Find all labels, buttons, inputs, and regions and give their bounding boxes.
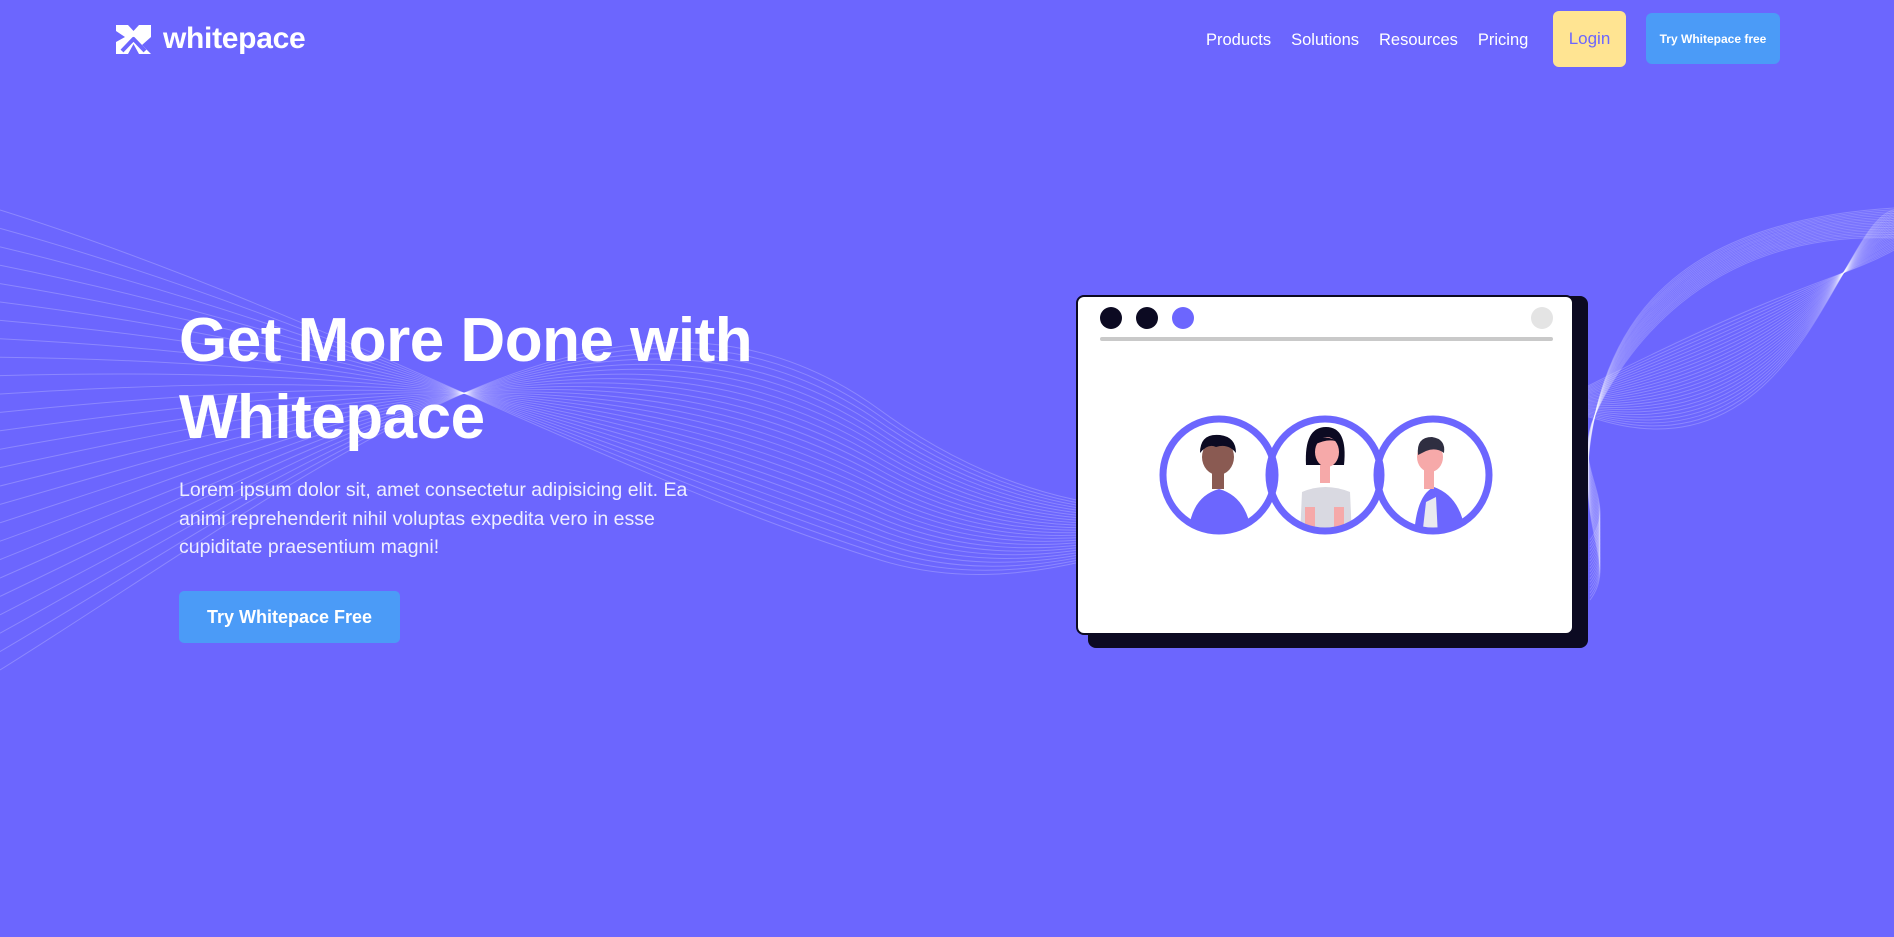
avatar-person-icon (1265, 415, 1385, 535)
nav-link-pricing[interactable]: Pricing (1478, 28, 1528, 52)
browser-window-illustration (1076, 295, 1574, 635)
wave-line (1587, 228, 1894, 558)
try-free-nav-button[interactable]: Try Whitepace free (1646, 13, 1780, 64)
wave-line (1587, 237, 1894, 541)
nav-link-products[interactable]: Products (1206, 28, 1271, 52)
wave-line (1587, 207, 1894, 601)
wave-line (1587, 218, 1894, 580)
wave-line (1587, 223, 1894, 569)
wave-line (1587, 209, 1894, 597)
wave-line (1587, 214, 1894, 587)
address-bar (1100, 337, 1553, 341)
window-dot-icon (1531, 307, 1553, 329)
wave-line (1587, 233, 1894, 548)
wave-line (1587, 216, 1894, 583)
nav-links: Products Solutions Resources Pricing (1206, 28, 1548, 52)
window-dot-icon (1172, 307, 1194, 329)
wave-line (1587, 230, 1894, 555)
top-navigation: whitepace Products Solutions Resources P… (0, 0, 1894, 80)
wave-line (1587, 226, 1894, 562)
background-waves (0, 207, 1894, 671)
brand-logo[interactable]: whitepace (114, 22, 306, 56)
wave-line (1587, 219, 1894, 576)
brand-name: whitepace (163, 22, 306, 55)
hero-title: Get More Done with Whitepace (179, 306, 753, 452)
window-dot-icon (1136, 307, 1158, 329)
wave-line (1587, 232, 1894, 551)
logo-icon (116, 24, 151, 54)
nav-link-solutions[interactable]: Solutions (1291, 28, 1359, 52)
wave-line (1587, 235, 1894, 544)
team-illustration (1100, 307, 1553, 535)
window-dot-icon (1100, 307, 1122, 329)
avatar-person-icon (1159, 415, 1279, 535)
wave-line (1587, 211, 1894, 594)
avatar-person-icon (1373, 415, 1493, 535)
wave-line (1587, 225, 1894, 566)
login-button[interactable]: Login (1553, 11, 1626, 67)
wave-line (1587, 212, 1894, 590)
try-free-hero-button[interactable]: Try Whitepace Free (179, 591, 400, 643)
nav-link-resources[interactable]: Resources (1379, 28, 1458, 52)
wave-line (1587, 221, 1894, 573)
hero-description: Lorem ipsum dolor sit, amet consectetur … (179, 479, 688, 558)
